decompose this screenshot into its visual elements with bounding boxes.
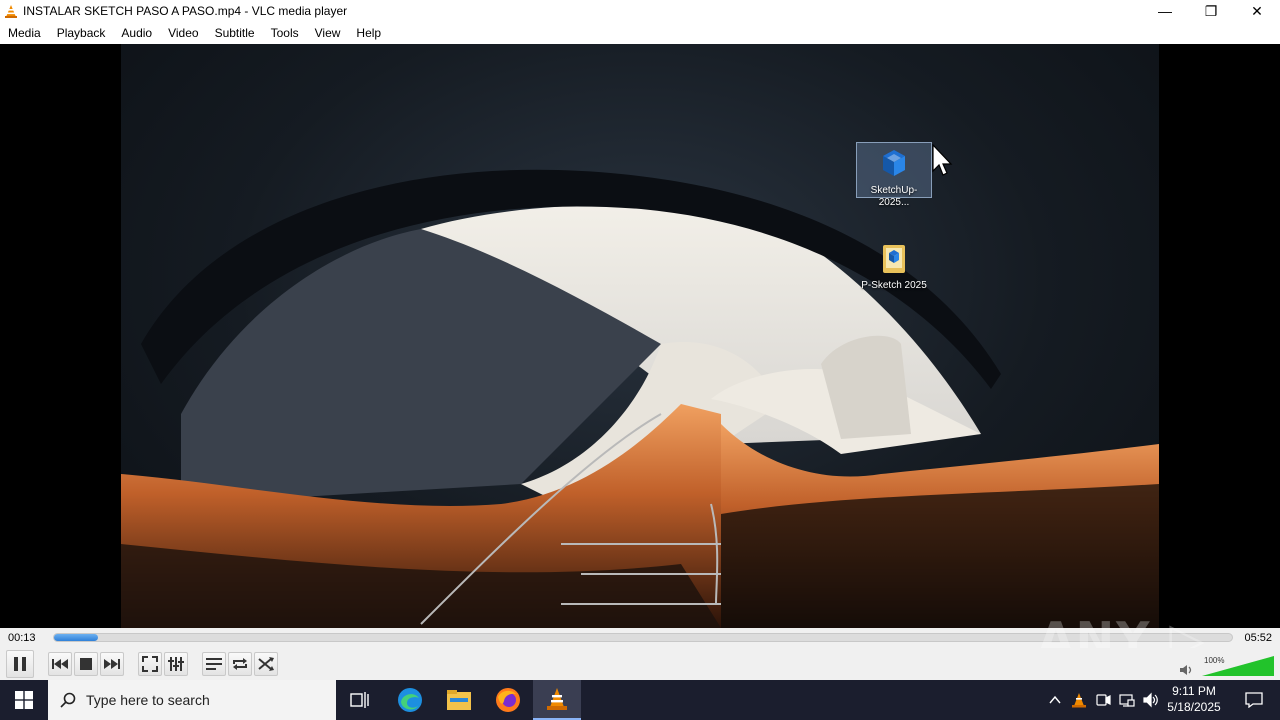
- desktop-icon-label: P-Sketch 2025: [861, 280, 927, 291]
- vlc-tray-icon[interactable]: [1071, 692, 1087, 708]
- desktop-icon-sketchup-installer[interactable]: SketchUp-2025...: [856, 142, 932, 208]
- fullscreen-icon: [142, 656, 158, 672]
- folder-icon: [883, 245, 905, 273]
- system-tray: 9:11 PM 5/18/2025: [0, 680, 1280, 720]
- menu-playback[interactable]: Playback: [57, 26, 106, 40]
- title-bar: INSTALAR SKETCH PASO A PASO.mp4 - VLC me…: [0, 0, 1280, 22]
- equalizer-icon: [168, 657, 184, 671]
- maximize-button[interactable]: ❐: [1188, 0, 1234, 22]
- loop-icon: [233, 658, 247, 670]
- playlist-button[interactable]: [202, 652, 226, 676]
- minimize-button[interactable]: —: [1142, 0, 1188, 22]
- chevron-up-icon[interactable]: [1047, 692, 1063, 708]
- volume-icon[interactable]: [1143, 692, 1159, 708]
- elapsed-time: 00:13: [8, 632, 36, 644]
- next-button[interactable]: [100, 652, 124, 676]
- menu-video[interactable]: Video: [168, 26, 198, 40]
- playlist-icon: [206, 658, 222, 670]
- windows-taskbar: Type here to search 9:11 PM 5/18/2025: [0, 680, 1280, 720]
- seek-progress-fill: [54, 634, 98, 641]
- architecture-wallpaper: [121, 169, 1159, 628]
- menu-tools[interactable]: Tools: [271, 26, 299, 40]
- menu-audio[interactable]: Audio: [121, 26, 152, 40]
- window-controls: — ❐ ✕: [1142, 0, 1280, 22]
- vlc-window: INSTALAR SKETCH PASO A PASO.mp4 - VLC me…: [0, 0, 1280, 720]
- volume-percent: 100%: [1204, 656, 1225, 665]
- notification-center-button[interactable]: [1234, 680, 1274, 720]
- desktop-icon-p-sketch-folder[interactable]: P-Sketch 2025: [856, 238, 932, 294]
- previous-icon: [52, 659, 68, 669]
- desktop-icon-label: SketchUp-2025...: [870, 185, 918, 208]
- mouse-cursor-icon: [932, 144, 953, 176]
- close-button[interactable]: ✕: [1234, 0, 1280, 22]
- stop-button[interactable]: [74, 652, 98, 676]
- previous-button[interactable]: [48, 652, 72, 676]
- taskbar-clock[interactable]: 9:11 PM 5/18/2025: [1163, 683, 1225, 715]
- window-title: INSTALAR SKETCH PASO A PASO.mp4 - VLC me…: [23, 4, 348, 18]
- menu-bar: Media Playback Audio Video Subtitle Tool…: [0, 22, 1280, 44]
- loop-button[interactable]: [228, 652, 252, 676]
- fullscreen-button[interactable]: [138, 652, 162, 676]
- pause-icon: [14, 657, 26, 671]
- sketchup-installer-icon: [883, 150, 905, 176]
- next-icon: [104, 659, 120, 669]
- speaker-icon[interactable]: [1180, 664, 1194, 676]
- menu-view[interactable]: View: [315, 26, 341, 40]
- vlc-cone-icon: [5, 5, 17, 18]
- shuffle-button[interactable]: [254, 652, 278, 676]
- playback-controls: 100%: [0, 648, 1280, 680]
- extended-settings-button[interactable]: [164, 652, 188, 676]
- menu-media[interactable]: Media: [8, 26, 41, 40]
- stop-icon: [80, 658, 92, 670]
- meet-now-icon[interactable]: [1095, 692, 1111, 708]
- video-area[interactable]: SketchUp-2025... P-Sketch 2025: [0, 44, 1280, 628]
- menu-help[interactable]: Help: [356, 26, 381, 40]
- clock-time: 9:11 PM: [1172, 684, 1216, 698]
- notification-icon: [1245, 692, 1263, 708]
- shuffle-icon: [258, 657, 274, 671]
- video-frame: [121, 44, 1159, 628]
- clock-date: 5/18/2025: [1167, 700, 1221, 714]
- network-icon[interactable]: [1119, 692, 1135, 708]
- pause-button[interactable]: [6, 650, 34, 678]
- menu-subtitle[interactable]: Subtitle: [215, 26, 255, 40]
